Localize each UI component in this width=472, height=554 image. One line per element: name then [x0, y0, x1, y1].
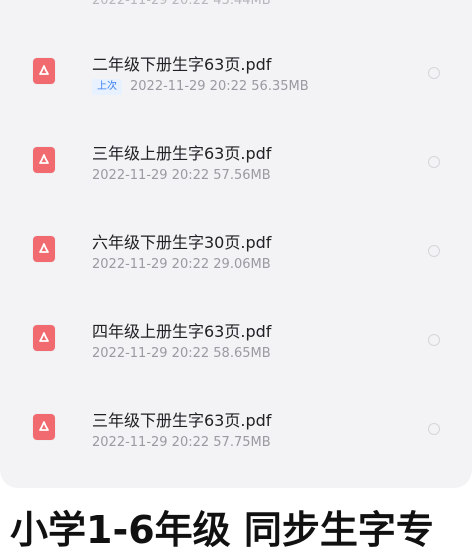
file-details: 2022-11-29 20:22 57.56MB	[92, 168, 271, 183]
file-row[interactable]: 四年级上册生字63页.pdf 2022-11-29 20:22 58.65MB	[0, 310, 472, 374]
select-radio-button[interactable]	[428, 156, 440, 168]
file-row[interactable]: 六年级下册生字30页.pdf 2022-11-29 20:22 29.06MB	[0, 221, 472, 285]
file-name: 三年级下册生字63页.pdf	[92, 411, 272, 430]
select-radio-button[interactable]	[428, 245, 440, 257]
select-radio-button[interactable]	[428, 334, 440, 346]
file-details: 2022-11-29 20:22 56.35MB	[130, 79, 309, 94]
file-details: 2022-11-29 20:22 29.06MB	[92, 257, 271, 272]
page-title: 小学1-6年级 同步生字专	[10, 508, 434, 552]
pdf-file-icon	[33, 58, 55, 84]
pdf-file-icon	[33, 147, 55, 173]
file-row[interactable]: 二年级下册生字63页.pdf 上次 2022-11-29 20:22 56.35M…	[0, 43, 472, 107]
file-meta: 上次 2022-11-29 20:22 56.35MB	[92, 79, 309, 95]
partial-file-meta: 2022-11-29 20:22 43.44MB	[92, 0, 271, 8]
file-list-card: 2022-11-29 20:22 43.44MB 二年级下册生字63页.pdf …	[0, 0, 472, 488]
file-name: 二年级下册生字63页.pdf	[92, 55, 272, 74]
file-row[interactable]: 三年级下册生字63页.pdf 2022-11-29 20:22 57.75MB	[0, 399, 472, 463]
select-radio-button[interactable]	[428, 67, 440, 79]
file-name: 六年级下册生字30页.pdf	[92, 233, 272, 252]
file-details: 2022-11-29 20:22 57.75MB	[92, 435, 271, 450]
pdf-file-icon	[33, 236, 55, 262]
file-details: 2022-11-29 20:22 58.65MB	[92, 346, 271, 361]
last-opened-badge: 上次	[92, 79, 122, 95]
select-radio-button[interactable]	[428, 423, 440, 435]
file-name: 三年级上册生字63页.pdf	[92, 144, 272, 163]
pdf-file-icon	[33, 325, 55, 351]
pdf-file-icon	[33, 414, 55, 440]
file-name: 四年级上册生字63页.pdf	[92, 322, 272, 341]
file-row[interactable]: 三年级上册生字63页.pdf 2022-11-29 20:22 57.56MB	[0, 132, 472, 196]
